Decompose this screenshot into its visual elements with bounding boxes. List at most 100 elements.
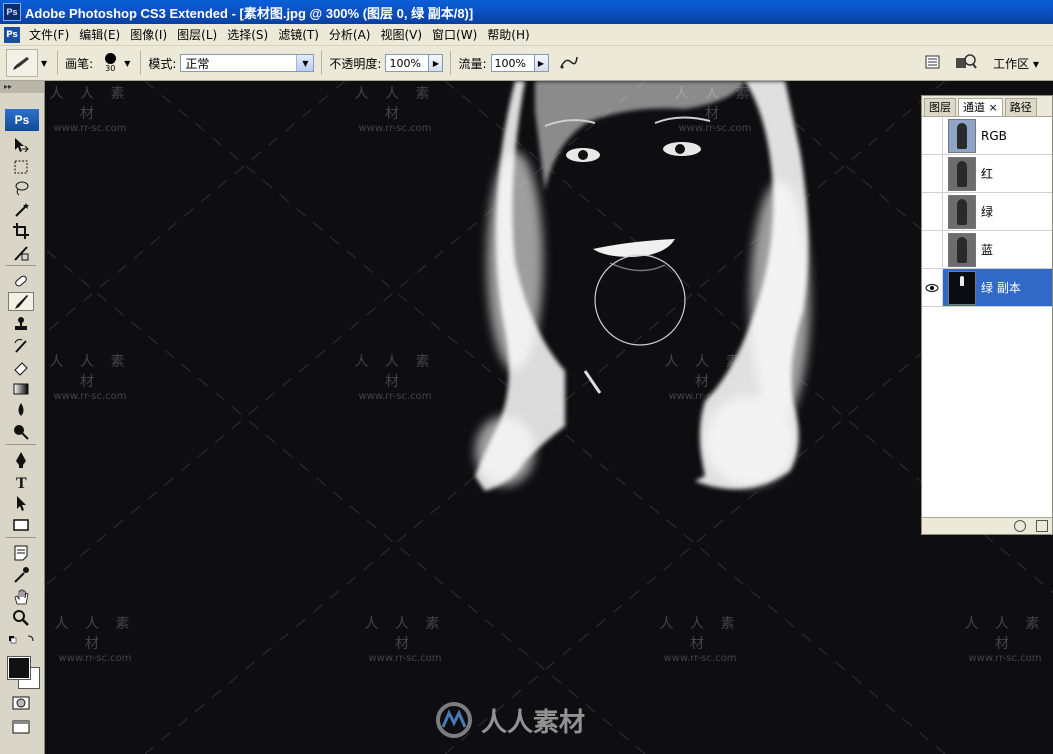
new-channel-icon[interactable] xyxy=(1036,520,1048,532)
notes-tool[interactable] xyxy=(8,543,34,562)
visibility-toggle[interactable] xyxy=(922,155,943,192)
marquee-icon xyxy=(14,160,28,173)
channel-name: 蓝 xyxy=(981,243,994,257)
brush-picker[interactable]: 30 xyxy=(99,50,121,76)
marquee-tool[interactable] xyxy=(8,157,34,176)
default-colors-button[interactable] xyxy=(8,633,38,644)
menu-window[interactable]: 窗口(W) xyxy=(427,26,482,43)
tool-preset-dropdown-icon[interactable]: ▼ xyxy=(41,59,47,68)
path-selection-tool[interactable] xyxy=(8,493,34,512)
gradient-tool[interactable] xyxy=(8,379,34,398)
screen-mode-button[interactable] xyxy=(8,717,34,736)
gradient-icon xyxy=(13,383,29,394)
visibility-toggle[interactable] xyxy=(922,117,943,154)
brush-dropdown-icon[interactable]: ▼ xyxy=(124,59,130,68)
flow-slider-arrow-icon[interactable]: ▶ xyxy=(534,54,549,72)
panel-footer xyxy=(922,517,1052,534)
channel-row-rgb[interactable]: RGB xyxy=(922,117,1052,155)
menu-filter[interactable]: 滤镜(T) xyxy=(273,26,324,43)
menu-edit[interactable]: 编辑(E) xyxy=(74,26,125,43)
rectangle-tool[interactable] xyxy=(8,515,34,534)
toolbox-divider xyxy=(6,537,36,538)
brush-tool[interactable] xyxy=(8,292,34,311)
bridge-button[interactable] xyxy=(955,53,977,74)
quick-mask-button[interactable] xyxy=(8,693,34,712)
flow-input[interactable]: 100% xyxy=(490,54,535,72)
magic-wand-tool[interactable] xyxy=(8,200,34,219)
dodge-icon xyxy=(14,424,29,440)
channel-row-green-copy[interactable]: 绿 副本 xyxy=(922,269,1052,307)
pen-tool[interactable] xyxy=(8,450,34,469)
healing-brush-tool[interactable] xyxy=(8,271,34,290)
menu-analysis[interactable]: 分析(A) xyxy=(324,26,376,43)
watermark-cn: 人 人 素 材 xyxy=(354,86,436,122)
channel-name: 绿 副本 xyxy=(981,281,1021,295)
pen-icon xyxy=(16,451,26,468)
watermark-url: www.rr-sc.com xyxy=(368,653,442,664)
swap-colors-icon xyxy=(9,635,34,644)
mode-select[interactable]: 正常 ▼ xyxy=(180,54,315,72)
visibility-toggle[interactable] xyxy=(922,231,943,268)
menu-layer[interactable]: 图层(L) xyxy=(172,26,222,43)
menu-view[interactable]: 视图(V) xyxy=(375,26,427,43)
hand-tool[interactable] xyxy=(8,587,34,606)
flow-label: 流量: xyxy=(458,56,487,71)
channels-panel: 图层 通道 × 路径 RGB 红 绿 蓝 绿 副本 xyxy=(921,95,1053,535)
watermark: 人 人 素 材 www.rr-sc.com xyxy=(655,351,755,402)
history-brush-tool[interactable] xyxy=(8,336,34,355)
watermark: 人 人 素 材 www.rr-sc.com xyxy=(345,83,445,134)
watermark: 人 人 素 材 www.rr-sc.com xyxy=(650,613,750,664)
tab-layers[interactable]: 图层 xyxy=(924,98,956,116)
watermark-url: www.rr-sc.com xyxy=(968,653,1042,664)
path-selection-icon xyxy=(17,495,26,511)
blur-tool[interactable] xyxy=(8,400,34,419)
history-brush-icon xyxy=(14,338,27,353)
menu-help[interactable]: 帮助(H) xyxy=(482,26,534,43)
airbrush-button[interactable] xyxy=(557,53,579,74)
type-tool[interactable]: T xyxy=(8,472,34,491)
dodge-tool[interactable] xyxy=(8,422,34,441)
watermark: 人 人 素 材 www.rr-sc.com xyxy=(45,351,140,402)
opacity-input[interactable]: 100% xyxy=(385,54,430,72)
watermark-url: www.rr-sc.com xyxy=(58,653,132,664)
clone-stamp-tool[interactable] xyxy=(8,314,34,333)
eraser-tool[interactable] xyxy=(8,357,34,376)
document-canvas[interactable]: 人 人 素 材 www.rr-sc.com 人 人 素 材 www.rr-sc.… xyxy=(45,81,1053,754)
menu-file[interactable]: 文件(F) xyxy=(24,26,74,43)
type-icon: T xyxy=(16,475,27,491)
palette-well-button[interactable] xyxy=(925,54,941,73)
mode-label: 模式: xyxy=(148,56,177,71)
channel-thumbnail xyxy=(948,232,976,267)
eyedropper-tool[interactable] xyxy=(8,565,34,584)
watermark-url: www.rr-sc.com xyxy=(358,391,432,402)
zoom-tool[interactable] xyxy=(8,608,34,627)
visibility-toggle[interactable] xyxy=(922,193,943,230)
document-menu-icon[interactable]: Ps xyxy=(4,26,20,43)
toolbox-grip[interactable]: ▸▸ xyxy=(0,81,44,93)
slice-tool[interactable] xyxy=(8,243,34,262)
watermark-cn: 人 人 素 材 xyxy=(964,616,1046,652)
menu-image[interactable]: 图像(I) xyxy=(125,26,172,43)
opacity-slider-arrow-icon[interactable]: ▶ xyxy=(429,54,444,72)
watermark-cn: 人 人 素 材 xyxy=(664,354,746,390)
brush-tip-icon xyxy=(104,53,116,64)
crop-tool[interactable] xyxy=(8,221,34,240)
toolbox-logo[interactable]: Ps xyxy=(5,109,39,131)
lasso-tool[interactable] xyxy=(8,178,34,197)
visibility-toggle[interactable] xyxy=(922,269,943,306)
menu-select[interactable]: 选择(S) xyxy=(222,26,273,43)
move-tool[interactable] xyxy=(8,135,34,154)
tool-preset-picker[interactable] xyxy=(6,49,38,77)
channel-row-red[interactable]: 红 xyxy=(922,155,1052,193)
blur-icon xyxy=(18,402,24,416)
load-selection-icon[interactable] xyxy=(1014,520,1026,532)
channel-row-blue[interactable]: 蓝 xyxy=(922,231,1052,269)
tab-paths[interactable]: 路径 xyxy=(1004,98,1037,116)
workspace-menu-button[interactable]: 工作区 ▾ xyxy=(993,55,1039,72)
channel-row-green[interactable]: 绿 xyxy=(922,193,1052,231)
channel-name: 绿 xyxy=(981,205,994,219)
channel-name: 红 xyxy=(981,167,994,181)
hand-icon xyxy=(14,589,29,604)
channel-thumbnail xyxy=(948,156,976,191)
tab-channels[interactable]: 通道 × xyxy=(958,98,1003,116)
